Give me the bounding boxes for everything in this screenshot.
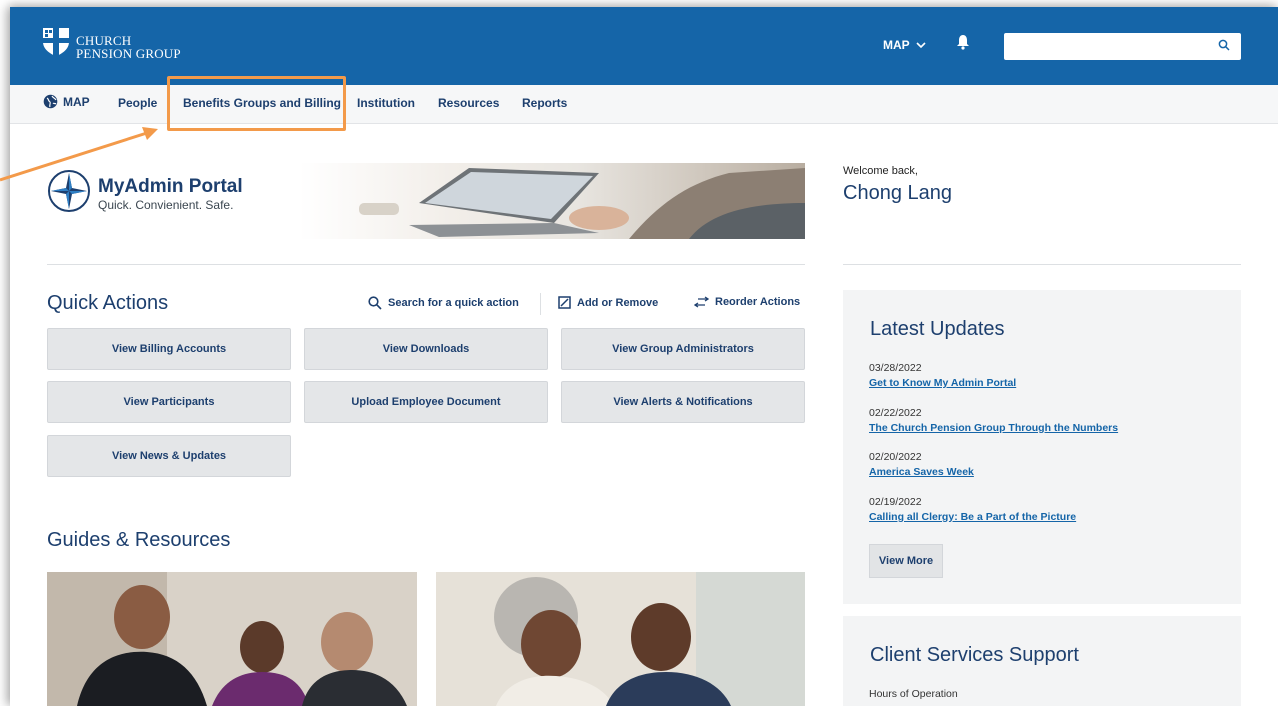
highlight-annotation [167, 76, 346, 131]
nav-item-map[interactable]: MAP [43, 94, 90, 109]
portal-tagline: Quick. Convienient. Safe. [98, 198, 234, 212]
search-icon[interactable] [1218, 39, 1230, 51]
top-header: CHURCH PENSION GROUP MAP [10, 7, 1278, 85]
nav-item-institution[interactable]: Institution [357, 96, 415, 110]
quick-actions-title: Quick Actions [47, 292, 169, 314]
app-switcher-label: MAP [883, 38, 910, 52]
news-link[interactable]: Get to Know My Admin Portal [869, 377, 1016, 389]
add-or-remove-link[interactable]: Add or Remove [558, 296, 658, 309]
guides-resources-title: Guides & Resources [47, 529, 231, 551]
upload-employee-document-button[interactable]: Upload Employee Document [304, 381, 548, 423]
news-date: 02/22/2022 [869, 407, 922, 419]
news-date: 03/28/2022 [869, 362, 922, 374]
news-link[interactable]: America Saves Week [869, 466, 974, 478]
nav-item-reports[interactable]: Reports [522, 96, 567, 110]
search-input[interactable] [1004, 33, 1241, 60]
globe-icon [43, 94, 58, 109]
view-downloads-button[interactable]: View Downloads [304, 328, 548, 370]
view-billing-accounts-button[interactable]: View Billing Accounts [47, 328, 291, 370]
guide-photo-clergy[interactable] [47, 572, 417, 706]
shield-logo-icon [43, 28, 69, 56]
app-switcher-menu[interactable]: MAP [883, 38, 926, 52]
annotation-arrow [0, 127, 158, 182]
search-quick-action-link[interactable]: Search for a quick action [368, 296, 519, 310]
reorder-actions-label: Reorder Actions [715, 296, 801, 308]
nav-item-label: MAP [63, 94, 90, 109]
view-alerts-notifications-button[interactable]: View Alerts & Notifications [561, 381, 805, 423]
search-icon [368, 296, 382, 310]
chevron-down-icon [916, 41, 926, 48]
view-news-updates-button[interactable]: View News & Updates [47, 435, 291, 477]
nav-item-people[interactable]: People [118, 96, 157, 110]
news-date: 02/19/2022 [869, 496, 922, 508]
guide-photo-couple[interactable] [436, 572, 805, 706]
logo-text-line2: PENSION GROUP [76, 46, 181, 61]
divider [540, 293, 541, 315]
latest-updates-title: Latest Updates [870, 318, 1005, 340]
notification-bell-icon[interactable] [956, 34, 970, 50]
view-group-administrators-button[interactable]: View Group Administrators [561, 328, 805, 370]
reorder-actions-link[interactable]: Reorder Actions [694, 296, 800, 308]
swap-arrows-icon [694, 296, 709, 308]
news-link[interactable]: Calling all Clergy: Be a Part of the Pic… [869, 511, 1076, 523]
search-quick-action-label: Search for a quick action [388, 297, 519, 309]
app-window: CHURCH PENSION GROUP MAP MAP People Bene… [10, 7, 1278, 706]
church-pension-group-logo[interactable]: CHURCH PENSION GROUP [42, 27, 181, 60]
hours-of-operation-label: Hours of Operation [869, 688, 958, 700]
banner-photo [299, 163, 805, 239]
edit-box-icon [558, 296, 571, 309]
view-participants-button[interactable]: View Participants [47, 381, 291, 423]
divider [843, 264, 1241, 265]
news-link[interactable]: The Church Pension Group Through the Num… [869, 422, 1118, 434]
add-or-remove-label: Add or Remove [577, 296, 659, 309]
welcome-greeting: Welcome back, [843, 165, 918, 177]
user-name: Chong Lang [843, 182, 952, 204]
news-date: 02/20/2022 [869, 451, 922, 463]
client-services-title: Client Services Support [870, 644, 1079, 666]
divider [47, 264, 805, 265]
view-more-button[interactable]: View More [869, 544, 943, 578]
nav-item-resources[interactable]: Resources [438, 96, 499, 110]
